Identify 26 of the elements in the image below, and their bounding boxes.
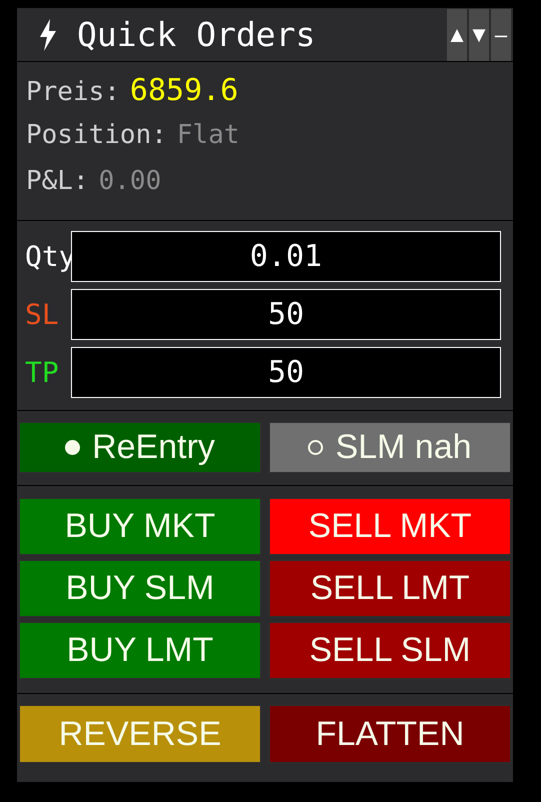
window-control-button[interactable]: ▲ bbox=[447, 8, 467, 60]
field-label: TP bbox=[25, 358, 60, 386]
toggle-button[interactable]: ReEntry bbox=[19, 422, 261, 473]
info-label: P&L: bbox=[26, 168, 89, 194]
field-label: Qty bbox=[25, 242, 69, 270]
input-field[interactable]: 50 bbox=[71, 347, 501, 398]
order-button[interactable]: BUY MKT bbox=[19, 498, 261, 555]
info-value: 0.00 bbox=[98, 168, 162, 194]
info-label: Preis: bbox=[26, 79, 120, 105]
input-field[interactable]: 50 bbox=[71, 289, 501, 340]
toggle-button[interactable]: SLM nah bbox=[269, 422, 511, 473]
window-control-button[interactable]: ▼ bbox=[469, 8, 489, 60]
order-button[interactable]: BUY LMT bbox=[19, 622, 261, 679]
field-label: SL bbox=[25, 300, 60, 328]
info-value: Flat bbox=[176, 122, 240, 148]
order-button[interactable]: SELL MKT bbox=[269, 498, 511, 555]
order-button[interactable]: BUY SLM bbox=[19, 560, 261, 617]
order-button[interactable]: SELL LMT bbox=[269, 560, 511, 617]
order-button[interactable]: SELL SLM bbox=[269, 622, 511, 679]
window-control-button[interactable]: – bbox=[491, 8, 511, 60]
order-button[interactable]: FLATTEN bbox=[269, 705, 511, 763]
info-value: 6859.6 bbox=[130, 76, 238, 106]
lightning-icon bbox=[37, 18, 59, 50]
input-field[interactable]: 0.01 bbox=[71, 231, 501, 282]
info-label: Position: bbox=[26, 122, 167, 148]
window-title: Quick Orders bbox=[77, 18, 316, 51]
